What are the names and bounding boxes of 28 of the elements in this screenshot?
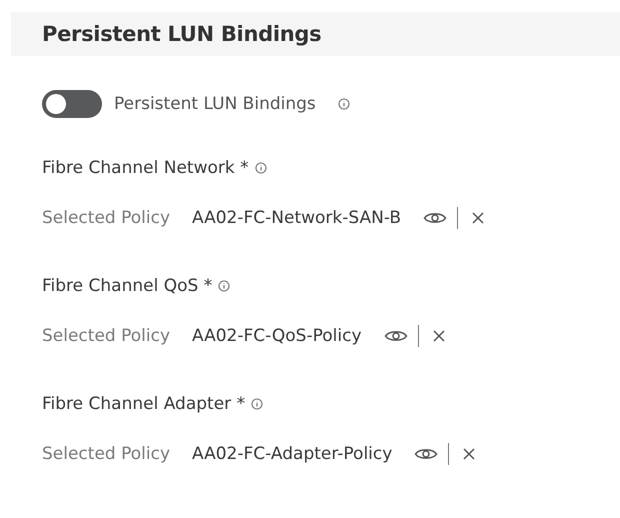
info-icon[interactable] <box>254 162 267 174</box>
remove-button[interactable] <box>432 330 445 342</box>
info-icon[interactable] <box>218 280 230 292</box>
remove-button[interactable] <box>463 448 476 460</box>
selected-policy-label: Selected Policy <box>42 326 170 346</box>
policy-name: AA02-FC-Adapter-Policy <box>192 444 392 464</box>
toggle-switch[interactable] <box>42 90 102 118</box>
close-icon <box>463 448 476 460</box>
info-icon[interactable] <box>251 398 264 410</box>
close-icon <box>472 212 484 224</box>
field-label: Fibre Channel QoS * <box>42 276 212 296</box>
info-icon[interactable] <box>338 98 350 110</box>
toggle-label: Persistent LUN Bindings <box>114 94 316 114</box>
policy-name: AA02-FC-Network-SAN-B <box>192 208 402 228</box>
view-button[interactable] <box>423 211 448 225</box>
policy-name: AA02-FC-QoS-Policy <box>192 326 362 346</box>
field-label: Fibre Channel Network * <box>42 158 249 178</box>
selected-policy-label: Selected Policy <box>42 208 170 228</box>
view-button[interactable] <box>384 329 408 343</box>
view-button[interactable] <box>414 447 438 461</box>
section-title: Persistent LUN Bindings <box>42 22 322 46</box>
eye-icon <box>414 447 438 461</box>
remove-button[interactable] <box>472 212 484 224</box>
field-label: Fibre Channel Adapter * <box>42 394 246 414</box>
close-icon <box>432 330 445 342</box>
eye-icon <box>423 211 448 225</box>
eye-icon <box>384 329 408 343</box>
selected-policy-label: Selected Policy <box>42 444 170 464</box>
